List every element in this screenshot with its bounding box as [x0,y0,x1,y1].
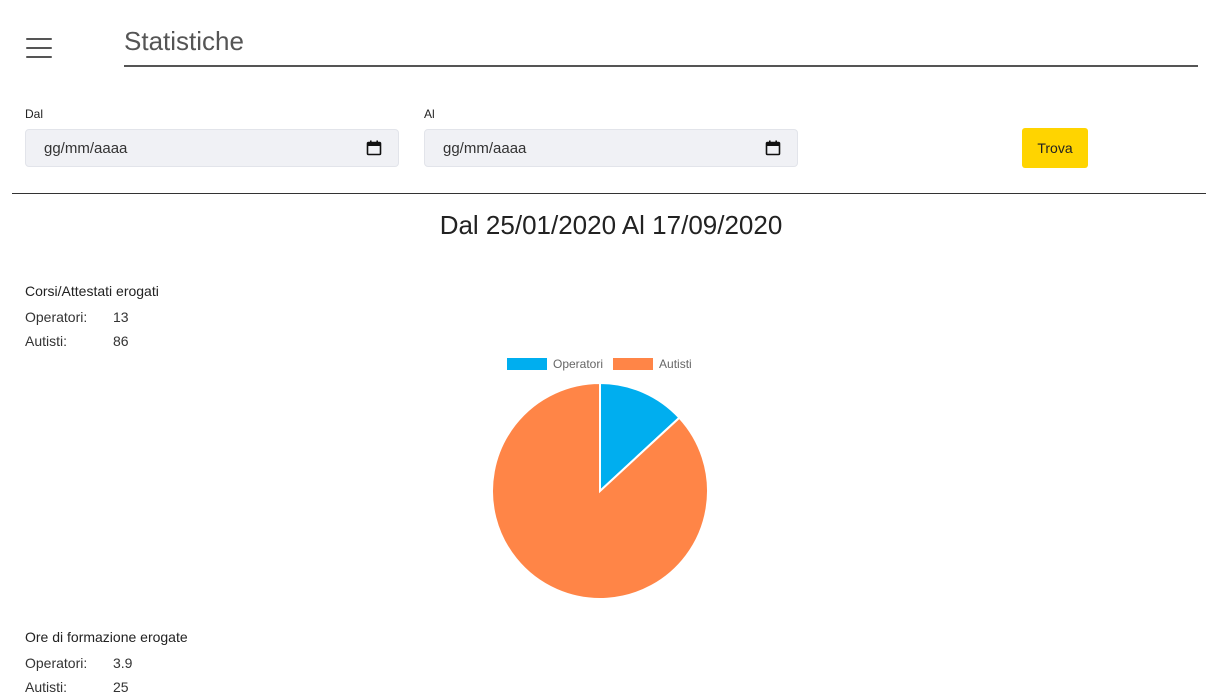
hours-stats: Ore di formazione erogate Operatori: 3.9… [25,629,188,693]
legend-swatch [507,358,547,370]
stats-label: Autisti: [25,333,68,349]
stats-label: Autisti: [25,679,68,693]
legend-item-operatori[interactable]: Operatori [507,357,603,371]
page-header: Statistiche [124,22,1198,67]
legend-label: Autisti [659,357,692,371]
from-date-input[interactable]: gg/mm/aaaa [25,129,399,167]
statistics-page: Statistiche Dal gg/mm/aaaa Al gg/mm/aaaa… [0,0,1207,693]
stats-value: 25 [113,679,129,693]
pie-chart [491,381,709,600]
to-date-label: Al [424,107,435,121]
calendar-icon[interactable] [366,140,382,156]
hours-heading: Ore di formazione erogate [25,629,188,645]
stats-row: Operatori: 13 [25,305,159,329]
section-divider [12,193,1206,194]
courses-heading: Corsi/Attestati erogati [25,283,159,299]
to-date-input[interactable]: gg/mm/aaaa [424,129,798,167]
menu-icon[interactable] [26,38,52,64]
stats-label: Operatori: [25,655,88,671]
legend-label: Operatori [553,357,604,371]
legend-swatch [613,358,654,370]
page-title: Statistiche [124,26,244,56]
stats-row: Autisti: 25 [25,675,188,693]
stats-row: Operatori: 3.9 [25,651,188,675]
from-date-placeholder: gg/mm/aaaa [44,139,128,157]
stats-value: 86 [113,333,129,349]
search-button[interactable]: Trova [1022,128,1088,168]
date-range-heading: Dal 25/01/2020 Al 17/09/2020 [439,210,783,240]
stats-value: 13 [113,309,129,325]
to-date-placeholder: gg/mm/aaaa [443,139,527,157]
chart-legend: Operatori Autisti [507,357,702,371]
legend-item-autisti[interactable]: Autisti [613,357,692,371]
stats-value: 3.9 [113,655,133,671]
calendar-icon[interactable] [765,140,781,156]
stats-row: Autisti: 86 [25,329,159,353]
courses-stats: Corsi/Attestati erogati Operatori: 13 Au… [25,283,159,353]
stats-label: Operatori: [25,309,88,325]
from-date-label: Dal [25,107,44,121]
